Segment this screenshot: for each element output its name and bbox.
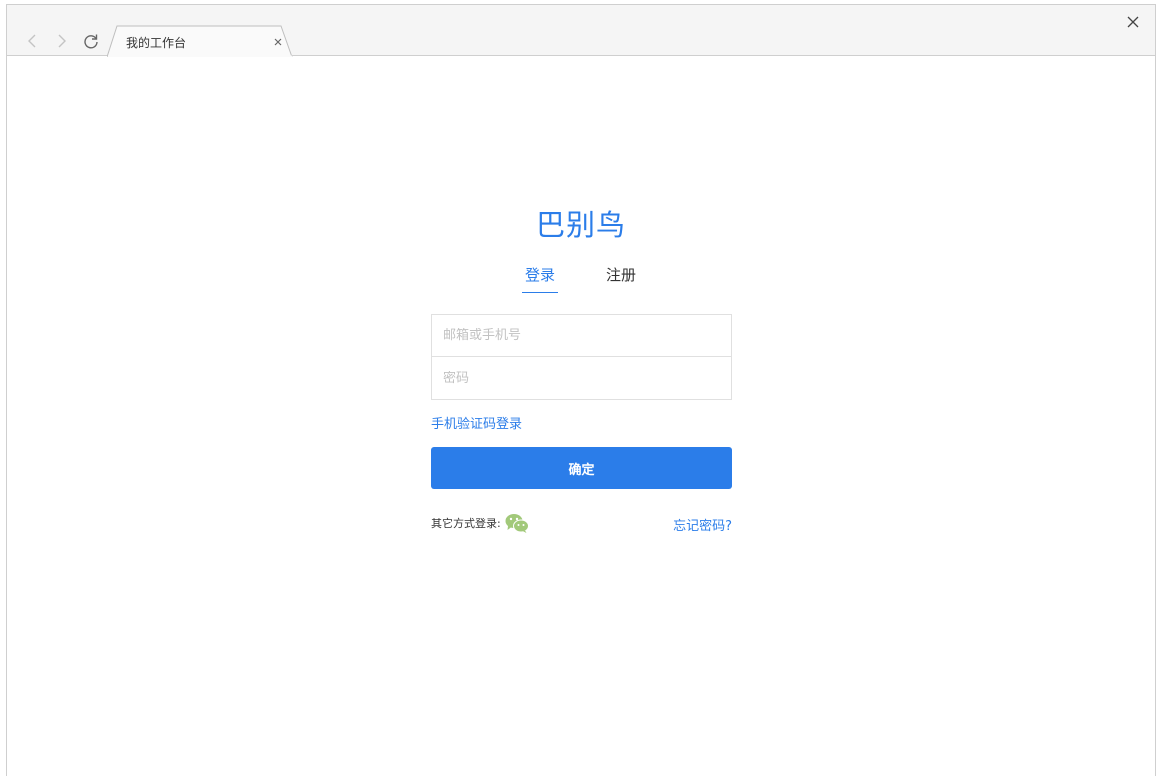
forward-button[interactable] <box>52 32 72 50</box>
close-icon <box>274 38 282 46</box>
browser-window: 我的工作台 巴别鸟 登录 注册 手机验证码登录 <box>6 4 1156 776</box>
window-close-button[interactable] <box>1127 13 1139 28</box>
tab-login[interactable]: 登录 <box>522 264 558 293</box>
wechat-icon[interactable] <box>505 513 529 533</box>
tab-close-button[interactable] <box>272 33 284 46</box>
tab-register[interactable]: 注册 <box>603 264 639 285</box>
account-input[interactable] <box>443 328 731 343</box>
password-field <box>431 357 732 400</box>
close-icon <box>1127 16 1139 28</box>
chevron-left-icon <box>28 34 36 48</box>
browser-tab[interactable]: 我的工作台 <box>107 25 293 57</box>
sms-login-link[interactable]: 手机验证码登录 <box>431 413 522 432</box>
account-field <box>431 314 732 357</box>
reload-icon <box>84 34 98 49</box>
brand-logo: 巴别鸟 <box>535 208 626 242</box>
tab-title: 我的工作台 <box>126 36 187 50</box>
reload-button[interactable] <box>81 32 101 50</box>
login-form: 手机验证码登录 确定 其它方式登录: 忘记密码? <box>431 314 732 534</box>
back-button[interactable] <box>22 32 42 50</box>
submit-button[interactable]: 确定 <box>431 447 732 489</box>
chevron-right-icon <box>58 34 66 48</box>
auth-tabs: 登录 注册 <box>7 264 1155 294</box>
page-content: 巴别鸟 登录 注册 手机验证码登录 确定 其它方式登录: <box>7 57 1155 776</box>
other-methods-label: 其它方式登录: <box>431 517 501 530</box>
password-input[interactable] <box>443 370 731 386</box>
other-login-methods: 其它方式登录: <box>431 513 529 533</box>
forgot-password-link[interactable]: 忘记密码? <box>673 515 732 534</box>
browser-titlebar: 我的工作台 <box>7 5 1155 57</box>
